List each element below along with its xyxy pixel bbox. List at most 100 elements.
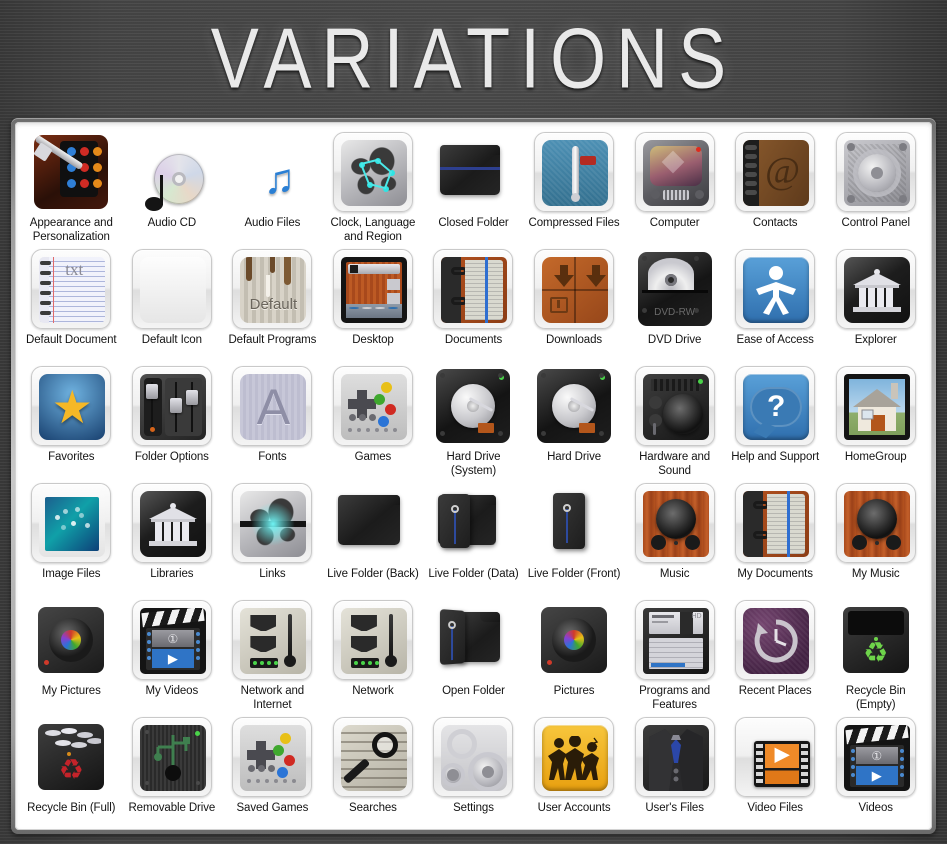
icon-gamepad[interactable] (232, 717, 313, 797)
icon-world-map[interactable] (332, 132, 413, 212)
icon-cell[interactable]: ▶ Video Files (725, 713, 826, 830)
icon-cell[interactable]: Live Folder (Back) (323, 479, 424, 596)
icon-ring-notebook[interactable] (433, 249, 514, 329)
icon-folder-back[interactable] (333, 483, 413, 563)
icon-cell[interactable]: Open Folder (423, 596, 524, 713)
icon-address-book[interactable]: @ (735, 132, 816, 212)
icon-cell[interactable]: ? Help and Support (725, 362, 826, 479)
icon-cell[interactable]: Games (323, 362, 424, 479)
icon-network-antenna[interactable] (332, 600, 413, 680)
icon-cell[interactable]: Live Folder (Data) (423, 479, 524, 596)
icon-gears-plain[interactable] (433, 717, 514, 797)
icon-blank-tile[interactable] (131, 249, 212, 329)
icon-orange-film[interactable]: ▶ (735, 717, 816, 797)
icon-cell[interactable]: Removable Drive (122, 713, 223, 830)
icon-cell[interactable]: Network (323, 596, 424, 713)
icon-cell[interactable]: Links (222, 479, 323, 596)
icon-folder-front[interactable] (534, 483, 614, 563)
icon-cell[interactable]: A Fonts (222, 362, 323, 479)
icon-letter-a[interactable]: A (232, 366, 313, 446)
icon-cell[interactable]: Live Folder (Front) (524, 479, 625, 596)
icon-classical-building[interactable] (131, 483, 212, 563)
icon-mixer-sliders[interactable] (131, 366, 212, 446)
icon-cell[interactable]: Pictures (524, 596, 625, 713)
icon-cell[interactable]: Default Icon (122, 245, 223, 362)
icon-cell[interactable]: Default Default Programs (222, 245, 323, 362)
icon-closed-folder[interactable] (433, 132, 513, 212)
icon-thermometer[interactable] (534, 132, 615, 212)
icon-cell[interactable]: ① ▶ My Videos (122, 596, 223, 713)
icon-folder-data[interactable] (433, 483, 513, 563)
icon-open-folder[interactable] (433, 600, 513, 680)
icon-cell[interactable]: User's Files (624, 713, 725, 830)
icon-down-arrows[interactable] (534, 249, 615, 329)
icon-photo-frame[interactable] (31, 483, 112, 563)
icon-cell[interactable]: Hard Drive (524, 362, 625, 479)
icon-network-antenna[interactable] (232, 600, 313, 680)
icon-gamepad[interactable] (332, 366, 413, 446)
icon-cell[interactable]: HD Programs and Features (624, 596, 725, 713)
icon-cell[interactable]: Recent Places (725, 596, 826, 713)
icon-desktop-window[interactable] (332, 249, 413, 329)
icon-cell[interactable]: ① ▶ Videos (825, 713, 926, 830)
icon-cell[interactable]: Documents (423, 245, 524, 362)
icon-usb-drive[interactable] (131, 717, 212, 797)
icon-cell[interactable]: ♫ Audio Files (222, 128, 323, 245)
icon-cell[interactable]: Closed Folder (423, 128, 524, 245)
icon-magnifier[interactable] (332, 717, 413, 797)
icon-cell[interactable]: ♻ Recycle Bin (Empty) (825, 596, 926, 713)
icon-cell[interactable]: Saved Games (222, 713, 323, 830)
icon-cell[interactable]: ★ Favorites (21, 362, 122, 479)
icon-hard-disk[interactable] (433, 366, 513, 446)
icon-gears-plate[interactable] (835, 132, 916, 212)
icon-classical-building[interactable] (835, 249, 916, 329)
icon-cell[interactable]: HomeGroup (825, 362, 926, 479)
icon-cell[interactable]: Computer (624, 128, 725, 245)
icon-question-bubble[interactable]: ? (735, 366, 816, 446)
icon-recycle-full[interactable]: ♻ (31, 717, 111, 797)
icon-cell[interactable]: Settings (423, 713, 524, 830)
icon-cell[interactable]: User Accounts (524, 713, 625, 830)
icon-people-group[interactable] (534, 717, 615, 797)
icon-cell[interactable]: My Documents (725, 479, 826, 596)
icon-cell[interactable]: Clock, Language and Region (323, 128, 424, 245)
icon-music-note[interactable]: ♫ (232, 132, 312, 212)
icon-paint-palette[interactable] (31, 132, 111, 212)
icon-ring-notebook[interactable] (735, 483, 816, 563)
icon-gold-star[interactable]: ★ (31, 366, 112, 446)
icon-clapperboard[interactable]: ① ▶ (835, 717, 916, 797)
icon-suit-tie[interactable] (634, 717, 715, 797)
icon-hard-disk[interactable] (534, 366, 614, 446)
icon-cell[interactable]: My Music (825, 479, 926, 596)
icon-cell[interactable]: Hardware and Sound (624, 362, 725, 479)
icon-cell[interactable]: Audio CD (122, 128, 223, 245)
icon-paint-drip[interactable]: Default (232, 249, 313, 329)
icon-cell[interactable]: Libraries (122, 479, 223, 596)
icon-accessibility-person[interactable] (735, 249, 816, 329)
icon-cell[interactable]: Music (624, 479, 725, 596)
icon-clock-back[interactable] (735, 600, 816, 680)
icon-clapperboard[interactable]: ① ▶ (131, 600, 212, 680)
icon-cell[interactable]: Folder Options (122, 362, 223, 479)
icon-cell[interactable]: Appearance and Personalization (21, 128, 122, 245)
icon-cell[interactable]: Desktop (323, 245, 424, 362)
icon-wood-speaker[interactable] (835, 483, 916, 563)
icon-floppy-disk[interactable]: HD (634, 600, 715, 680)
icon-cell[interactable]: Compressed Files (524, 128, 625, 245)
icon-wood-speaker[interactable] (634, 483, 715, 563)
icon-cell[interactable]: Image Files (21, 479, 122, 596)
icon-cell[interactable]: ♻ Recycle Bin (Full) (21, 713, 122, 830)
icon-camera-lens[interactable] (534, 600, 614, 680)
icon-compact-disc[interactable] (132, 132, 212, 212)
icon-network-burst[interactable] (232, 483, 313, 563)
icon-cell[interactable]: @ Contacts (725, 128, 826, 245)
icon-cell[interactable]: My Pictures (21, 596, 122, 713)
icon-cell[interactable]: Ease of Access (725, 245, 826, 362)
icon-cell[interactable]: DVD-RW DVD Drive (624, 245, 725, 362)
icon-cell[interactable]: Network and Internet (222, 596, 323, 713)
icon-camera-lens[interactable] (31, 600, 111, 680)
icon-cell[interactable]: Control Panel (825, 128, 926, 245)
icon-cell[interactable]: Explorer (825, 245, 926, 362)
icon-dvd-drive[interactable]: DVD-RW (635, 249, 715, 329)
icon-cell[interactable]: Downloads (524, 245, 625, 362)
